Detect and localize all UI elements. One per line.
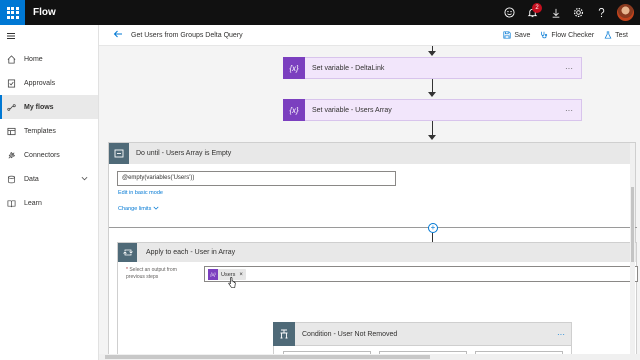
condition-card[interactable]: Condition - User Not Removed ···: [273, 322, 572, 346]
add-step-button[interactable]: +: [428, 223, 438, 233]
connector-arrow: [428, 51, 436, 56]
required-marker: *: [126, 267, 128, 273]
flow-canvas[interactable]: {x} Set variable - DeltaLink ··· {x} Set…: [99, 46, 640, 360]
apply-to-each-title: Apply to each - User in Array: [146, 249, 236, 256]
sidebar-item-my-flows[interactable]: My flows: [0, 95, 98, 119]
breadcrumb: Get Users from Groups Delta Query: [131, 31, 243, 39]
flows-icon: [6, 102, 16, 112]
avatar[interactable]: [617, 4, 634, 21]
change-limits-label: Change limits: [118, 206, 152, 212]
more-options-icon[interactable]: ···: [565, 64, 573, 73]
connector-line: [432, 233, 433, 242]
more-options-icon[interactable]: ···: [565, 106, 573, 115]
vertical-scrollbar[interactable]: [630, 143, 635, 360]
save-button[interactable]: Save: [503, 30, 531, 41]
sidebar-item-home[interactable]: Home: [0, 47, 98, 71]
command-actions: Save Flow Checker Test: [503, 25, 628, 46]
mouse-cursor-icon: [228, 277, 236, 288]
loop-icon: [118, 243, 137, 262]
do-until-header[interactable]: Do until - Users Array is Empty: [109, 143, 635, 164]
connectors-icon: [6, 150, 16, 160]
sidebar-item-learn[interactable]: Learn: [0, 191, 98, 215]
sidebar-item-approvals[interactable]: Approvals: [0, 71, 98, 95]
bell-icon[interactable]: 2: [521, 0, 544, 25]
hamburger-icon: [7, 33, 15, 34]
app-launcher-button[interactable]: [0, 0, 25, 25]
stethoscope-icon: [540, 31, 548, 41]
flow-checker-button[interactable]: Flow Checker: [540, 31, 594, 41]
do-until-expression-field[interactable]: @empty(variables('Users')): [117, 171, 396, 186]
data-icon: [6, 174, 16, 184]
scrollbar-thumb[interactable]: [105, 355, 430, 359]
top-bar: Flow 2: [0, 0, 640, 25]
remove-token-icon[interactable]: ×: [239, 272, 243, 278]
variable-icon: {x}: [283, 57, 305, 79]
apply-to-each-header[interactable]: Apply to each - User in Array: [118, 243, 636, 262]
notification-badge: 2: [532, 3, 542, 13]
connector-line: [432, 121, 433, 136]
connector-arrow: [428, 92, 436, 97]
action-title: Set variable - DeltaLink: [312, 64, 385, 72]
save-icon: [503, 30, 511, 41]
select-output-label: * Select an output from previous steps: [126, 267, 196, 281]
command-bar: Get Users from Groups Delta Query Save F…: [99, 25, 640, 46]
do-until-title: Do until - Users Array is Empty: [136, 150, 232, 157]
sidebar-item-connectors[interactable]: Connectors: [0, 143, 98, 167]
sidebar-item-label: Templates: [24, 127, 56, 135]
action-card-set-variable-deltalink[interactable]: {x} Set variable - DeltaLink ···: [283, 57, 582, 79]
test-button[interactable]: Test: [604, 30, 628, 41]
home-icon: [6, 54, 16, 64]
chevron-down-icon: [81, 176, 88, 183]
help-icon[interactable]: [590, 0, 613, 25]
action-card-set-variable-users-array[interactable]: {x} Set variable - Users Array ···: [283, 99, 582, 121]
flask-icon: [604, 30, 612, 41]
flow-checker-label: Flow Checker: [551, 32, 595, 39]
save-label: Save: [514, 32, 531, 39]
sidebar-item-label: Connectors: [24, 151, 60, 159]
sidebar-item-label: Home: [24, 55, 43, 63]
edit-basic-mode-link[interactable]: Edit in basic mode: [118, 190, 163, 196]
learn-icon: [6, 198, 16, 208]
variable-icon: {x}: [208, 269, 218, 280]
users-token[interactable]: {x} Users ×: [208, 269, 246, 280]
action-title: Set variable - Users Array: [312, 106, 392, 114]
condition-icon: [273, 322, 295, 346]
app-title[interactable]: Flow: [33, 7, 56, 18]
templates-icon: [6, 126, 16, 136]
change-limits-link[interactable]: Change limits: [118, 206, 159, 212]
chevron-down-icon: [153, 206, 159, 212]
top-icons: 2: [498, 0, 640, 25]
sidebar-item-templates[interactable]: Templates: [0, 119, 98, 143]
more-options-icon[interactable]: ···: [557, 330, 565, 339]
connector-line: [432, 79, 433, 93]
horizontal-scrollbar[interactable]: [99, 354, 640, 360]
left-nav: Home Approvals My flows Templates Connec…: [0, 25, 99, 360]
sidebar-item-label: My flows: [24, 103, 54, 111]
scrollbar-thumb[interactable]: [631, 187, 634, 262]
sidebar-item-data[interactable]: Data: [0, 167, 98, 191]
sidebar-item-label: Approvals: [24, 79, 56, 87]
divider: [109, 227, 637, 228]
hamburger-menu-button[interactable]: [0, 25, 98, 47]
variable-icon: {x}: [283, 99, 305, 121]
loop-icon: [109, 143, 129, 164]
back-arrow-icon[interactable]: [113, 30, 123, 40]
connector-arrow: [428, 135, 436, 140]
test-label: Test: [615, 32, 628, 39]
select-output-field[interactable]: {x} Users ×: [204, 266, 638, 282]
download-icon[interactable]: [544, 0, 567, 25]
gear-icon[interactable]: [567, 0, 590, 25]
sidebar-item-label: Data: [24, 175, 39, 183]
select-output-text: Select an output from previous steps: [126, 267, 177, 280]
approvals-icon: [6, 78, 16, 88]
emoji-icon[interactable]: [498, 0, 521, 25]
sidebar-item-label: Learn: [24, 199, 42, 207]
condition-title: Condition - User Not Removed: [302, 330, 398, 338]
waffle-icon: [6, 6, 19, 19]
